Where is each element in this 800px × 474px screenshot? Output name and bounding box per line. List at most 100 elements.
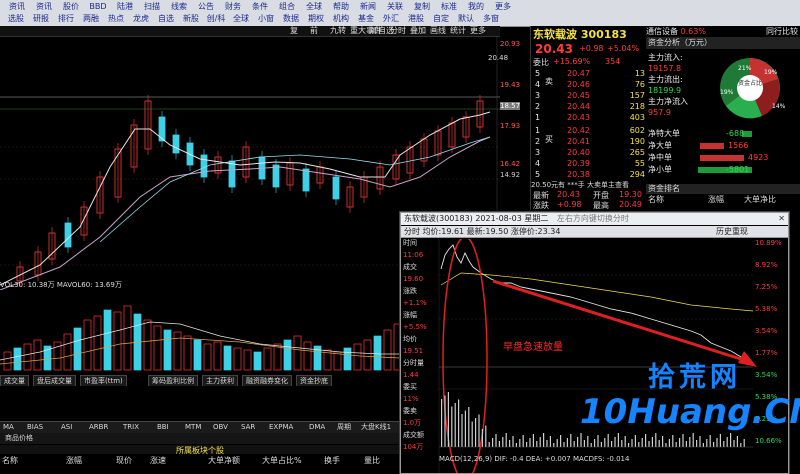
toolbar-button[interactable]: 热点 [104,13,128,24]
popup-titlebar[interactable]: 东软载波(300183) 2021-08-03 星期二 左右方向键切换分时 ✕ [401,213,788,225]
indicator-tab[interactable]: BBI [154,422,172,433]
indicator-tabs: MA BIAS ASI ARBR TRIX BBI MTM OBV SAR EXPMA DMA 周期大… [0,421,408,464]
toolbar-button[interactable]: 复制 [409,1,435,12]
intraday-volume-bar [740,443,742,447]
intraday-volume-bar [475,418,477,447]
volume-bar [253,351,262,371]
toolbar-button[interactable]: 小窗 [254,13,278,24]
intraday-volume-bar [529,438,531,447]
toolbar-button[interactable]: 资讯 [31,1,57,12]
rank-col-bignet[interactable]: 大单净比 [744,195,776,205]
buy-order-row: 5 20.38 294 [531,169,649,180]
table-column-header[interactable]: 大单净额 [208,455,240,466]
toolbar-button[interactable]: 基金 [354,13,378,24]
chart-toolbar-item[interactable]: 前 [310,26,318,36]
toolbar-button[interactable]: 创/科 [204,13,228,24]
indicator-tab[interactable]: OBV [210,422,231,433]
intraday-volume-bar [682,434,684,447]
indicator-tab[interactable]: MA [0,422,17,433]
toolbar-button[interactable]: 线索 [166,1,192,12]
toolbar-button[interactable]: 自定 [429,13,453,24]
toolbar-button[interactable]: 默认 [454,13,478,24]
indicator-tab[interactable]: ASI [58,422,75,433]
rank-col-name[interactable]: 名称 [648,195,664,205]
toolbar-button[interactable]: 我的 [463,1,489,12]
toolbar-button[interactable]: 数据 [279,13,303,24]
toolbar-button[interactable]: 全球 [229,13,253,24]
toolbar-button[interactable]: 扫描 [139,1,165,12]
indicator-tab[interactable]: TRIX [120,422,142,433]
chart-toolbar-item[interactable]: 叠加 [410,26,426,36]
tab-peer-compare[interactable]: 同行比较 [766,26,798,37]
indicator-tab[interactable]: ARBR [86,422,111,433]
indicator-tab[interactable]: BIAS [24,422,46,433]
order-price: 20.44 [567,102,590,111]
order-level: 2 [535,102,541,111]
indicator-tab[interactable]: 大盘K线1 [358,422,394,433]
close-icon[interactable]: ✕ [778,213,785,225]
table-column-header[interactable]: 涨速 [150,455,166,466]
toolbar-button[interactable]: 股价 [58,1,84,12]
toolbar-button[interactable]: 研报 [29,13,53,24]
intraday-volume-bar [634,435,636,447]
toolbar-button[interactable]: 新股 [179,13,203,24]
rank-col-change[interactable]: 涨幅 [708,195,724,205]
chart-toolbar-item[interactable]: 画线 [430,26,446,36]
toolbar-button[interactable]: 全球 [301,1,327,12]
toolbar-button[interactable]: 组合 [274,1,300,12]
toolbar-button[interactable]: 更多 [490,1,516,12]
table-column-header[interactable]: 换手 [324,455,340,466]
toolbar-button[interactable]: 多窗 [479,13,503,24]
indicator-tab[interactable]: 周期 [334,422,354,433]
tab-commodity-price[interactable]: 商品价格 [2,433,36,444]
toolbar-button[interactable]: 条件 [247,1,273,12]
volume-bar [193,339,202,371]
toolbar-button[interactable]: 陆港 [112,1,138,12]
toolbar-button[interactable]: 关联 [382,1,408,12]
toolbar-button[interactable]: 自选 [154,13,178,24]
toolbar-button[interactable]: 两融 [79,13,103,24]
sector-name[interactable]: 通信设备 [646,27,678,36]
volume-chart[interactable] [0,290,400,375]
history-replay-button[interactable]: 历史重现 [716,226,748,237]
chart-toolbar-item[interactable]: 更多 [470,26,486,36]
indicator-tab[interactable]: DMA [306,422,328,433]
chart-toolbar-item[interactable]: 分时 [390,26,406,36]
toolbar-button[interactable]: 资讯 [4,1,30,12]
table-column-header[interactable]: 量比 [364,455,380,466]
toolbar-button[interactable]: 财务 [220,1,246,12]
intraday-volume-bar [655,433,657,447]
indicator-tab[interactable]: MTM [182,422,204,433]
order-volume: 602 [629,126,645,135]
chart-toolbar-item[interactable]: 复 [290,26,298,36]
toolbar-button[interactable]: 帮助 [328,1,354,12]
indicator-tab[interactable]: SAR [238,422,258,433]
intraday-volume-bar [665,443,667,447]
pie-pct: 19% [720,89,734,96]
table-column-header[interactable]: 名称 [2,455,18,466]
table-column-header[interactable]: 涨幅 [66,455,82,466]
intraday-volume-bar [679,438,681,447]
toolbar-button[interactable]: 排行 [54,13,78,24]
toolbar-button[interactable]: 外汇 [379,13,403,24]
chart-toolbar-item[interactable]: 九转 [330,26,346,36]
intraday-volume-bar [668,439,670,447]
toolbar-button[interactable]: 标准 [436,1,462,12]
toolbar-button[interactable]: 期权 [304,13,328,24]
toolbar-button[interactable]: 公告 [193,1,219,12]
rank-title: 资金排名 [648,184,680,193]
order-price: 20.46 [567,80,590,89]
toolbar-button[interactable]: 机构 [329,13,353,24]
toolbar-button[interactable]: 港股 [404,13,428,24]
indicator-tab[interactable]: EXPMA [266,422,296,433]
toolbar-button[interactable]: BBD [85,1,111,12]
table-column-header[interactable]: 大单占比% [262,455,302,466]
toolbar-button[interactable]: 选股 [4,13,28,24]
big-order-hint[interactable]: 20.50元有 ***手 大卖单主查看 [531,180,649,190]
toolbar-button[interactable]: 龙虎 [129,13,153,24]
intraday-volume-bar [519,439,521,447]
chart-toolbar-item[interactable]: 统计 [450,26,466,36]
net-flow-value: 1566 [728,141,749,150]
table-column-header[interactable]: 现价 [116,455,132,466]
toolbar-button[interactable]: 新闻 [355,1,381,12]
